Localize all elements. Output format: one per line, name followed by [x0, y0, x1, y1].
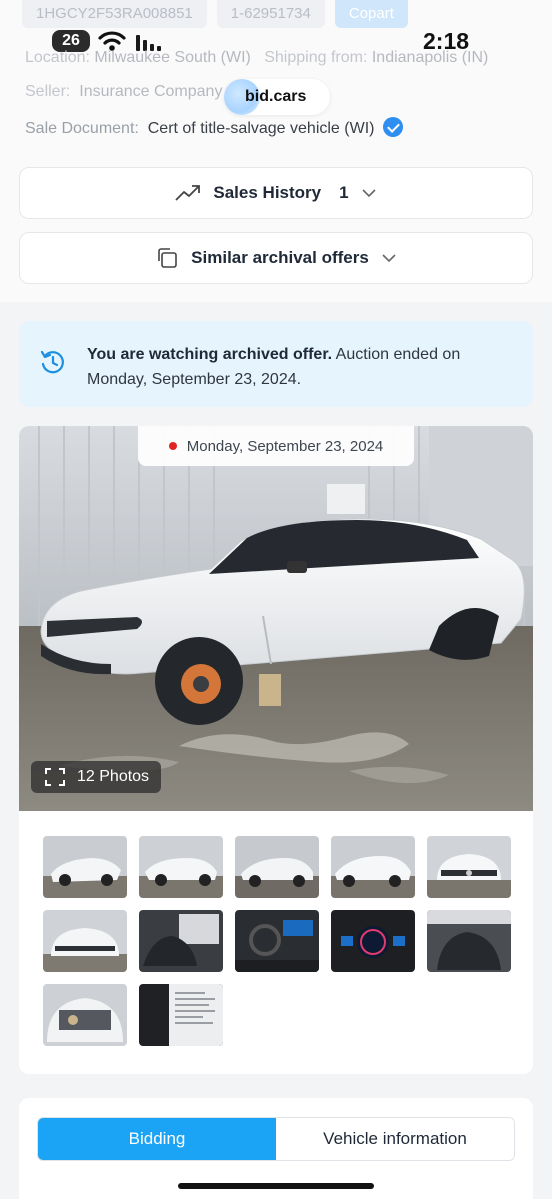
auction-chip[interactable]: Copart [334, 0, 408, 28]
photos-count-label: 12 Photos [77, 768, 150, 785]
thumbnail[interactable] [43, 836, 127, 898]
thumbnail[interactable] [427, 910, 511, 972]
similar-offers-button[interactable]: Similar archival offers [19, 232, 533, 284]
chevron-down-icon [382, 254, 396, 263]
main-vehicle-photo[interactable]: Monday, September 23, 2024 12 Photos [19, 426, 533, 811]
sale-document-label: Sale Document: [25, 120, 139, 137]
history-icon [40, 350, 64, 374]
vehicle-photo-image [19, 426, 533, 811]
archived-offer-message: You are watching archived offer. Auction… [87, 342, 507, 392]
shipping-value: Indianapolis (IN) [371, 49, 489, 66]
bid-cars-badge[interactable]: bid.cars [224, 79, 330, 115]
location-row: Location: Milwaukee South (WI) Shipping … [25, 49, 488, 67]
lot-chip[interactable]: 1-62951734 [216, 0, 325, 28]
sales-history-label: Sales History [213, 183, 322, 202]
photo-gallery-card: Monday, September 23, 2024 12 Photos [19, 426, 533, 1074]
sales-history-count: 1 [339, 183, 349, 202]
thumbnail[interactable] [43, 984, 127, 1046]
seller-label: Seller: [25, 83, 71, 100]
archived-offer-notice: You are watching archived offer. Auction… [19, 321, 533, 407]
sale-document-row: Sale Document: Cert of title-salvage veh… [25, 117, 403, 138]
seller-row: Seller: Insurance Company [25, 83, 222, 101]
bid-cars-label: bid.cars [245, 88, 307, 105]
thumbnail[interactable] [139, 910, 223, 972]
fullscreen-icon [45, 768, 65, 786]
red-dot-icon [168, 442, 177, 450]
top-chip-row: 1HGCY2F53RA008851 1-62951734 Copart [22, 0, 408, 28]
thumbnail[interactable] [43, 910, 127, 972]
location-label: Location: [25, 49, 90, 66]
verified-check-icon [382, 117, 403, 137]
shipping-label: Shipping from: [264, 49, 368, 66]
thumbnail[interactable] [139, 984, 223, 1046]
home-indicator [178, 1183, 374, 1189]
vehicle-details-header: 1HGCY2F53RA008851 1-62951734 Copart 26 2… [0, 0, 552, 302]
thumbnail[interactable] [427, 836, 511, 898]
thumbnail[interactable] [331, 836, 415, 898]
tab-bidding[interactable]: Bidding [38, 1118, 276, 1160]
thumbnail[interactable] [331, 910, 415, 972]
seller-value: Insurance Company [79, 83, 223, 100]
auction-date-pill: Monday, September 23, 2024 [138, 426, 414, 466]
similar-offers-label: Similar archival offers [191, 248, 369, 267]
location-value: Milwaukee South (WI) [94, 49, 251, 66]
photos-count-button[interactable]: 12 Photos [31, 761, 161, 793]
tab-switcher: Bidding Vehicle information [37, 1117, 515, 1161]
auction-date: Monday, September 23, 2024 [186, 438, 384, 455]
cell-signal-icon [136, 31, 161, 51]
archived-offer-bold: You are watching archived offer. [87, 346, 333, 363]
copy-icon [158, 248, 177, 268]
vin-chip[interactable]: 1HGCY2F53RA008851 [22, 0, 207, 28]
thumbnail[interactable] [139, 836, 223, 898]
thumbnail[interactable] [235, 910, 319, 972]
trending-up-icon [175, 185, 201, 201]
thumbnail[interactable] [235, 836, 319, 898]
sale-document-value: Cert of title-salvage vehicle (WI) [147, 120, 375, 137]
sales-history-button[interactable]: Sales History 1 [19, 167, 533, 219]
tab-vehicle-information[interactable]: Vehicle information [276, 1118, 514, 1160]
chevron-down-icon [362, 189, 376, 198]
